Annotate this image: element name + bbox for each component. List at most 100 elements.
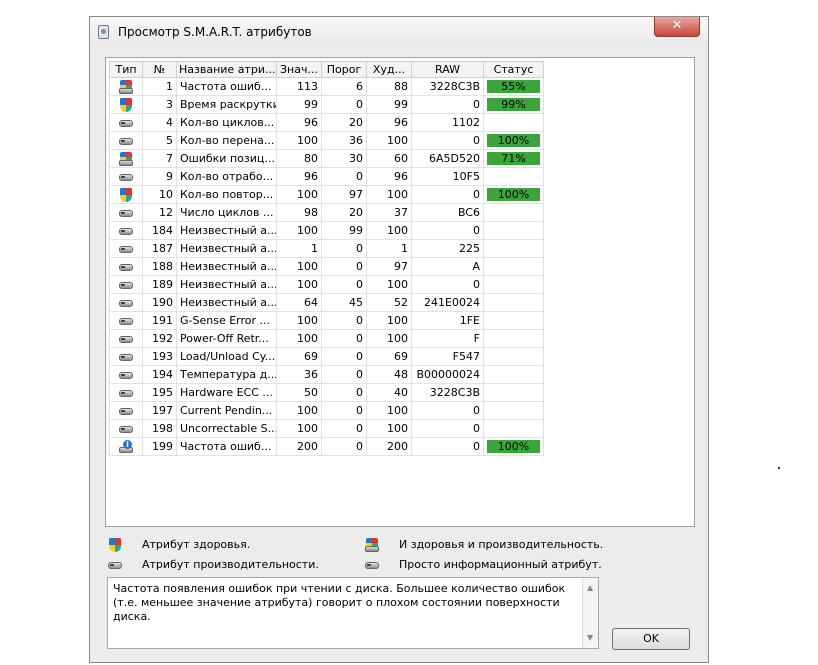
cell-name: Неизвестный а... [176,257,277,276]
description-scrollbar[interactable]: ▲ ▼ [582,578,598,648]
table-row[interactable]: 184 Неизвестный а... 100 99 100 0 [109,221,544,240]
cell-number: 191 [142,311,177,330]
attributes-list-panel: Тип № Название атри... Знач... Порог Худ… [105,57,695,527]
cell-worst: 96 [366,113,412,132]
smart-window: Просмотр S.M.A.R.T. атрибутов ✕ Тип № На… [89,16,709,663]
scroll-up-icon[interactable]: ▲ [587,581,593,595]
legend-info-label: Просто информационный атрибут. [399,558,602,571]
table-row[interactable]: 191 G-Sense Error ... 100 0 100 1FE [109,311,544,330]
table-header: Тип № Название атри... Знач... Порог Худ… [109,61,544,78]
table-row[interactable]: 189 Неизвестный а... 100 0 100 0 [109,275,544,294]
table-row[interactable]: 10 Кол-во повтор... 100 97 100 0 100% [109,185,544,204]
table-row[interactable]: 194 Температура д... 36 0 48 B00000024 [109,365,544,384]
close-button[interactable]: ✕ [654,17,700,37]
cell-number: 199 [142,437,177,456]
cell-number: 12 [142,203,177,222]
cell-status [483,221,544,240]
col-header-status[interactable]: Статус [483,61,544,78]
scroll-down-icon[interactable]: ▼ [587,631,593,645]
col-header-threshold[interactable]: Порог [321,61,367,78]
cell-status [483,167,544,186]
cell-status: 100% [483,185,544,204]
disk-icon [119,278,133,292]
status-bar: 71% [487,152,540,165]
info-disk-icon [365,558,379,572]
col-header-value[interactable]: Знач... [276,61,322,78]
cell-number: 192 [142,329,177,348]
cell-name: Время раскрутки [176,95,277,114]
disk-icon [119,404,133,418]
cell-threshold: 0 [321,257,367,276]
table-row[interactable]: 3 Время раскрутки 99 0 99 0 99% [109,95,544,114]
cell-name: G-Sense Error ... [176,311,277,330]
cell-value: 100 [276,275,322,294]
cell-type [109,113,143,132]
cell-name: Число циклов ... [176,203,277,222]
cell-name: Load/Unload Cy... [176,347,277,366]
cell-threshold: 0 [321,275,367,294]
col-header-raw[interactable]: RAW [411,61,484,78]
table-row[interactable]: 193 Load/Unload Cy... 69 0 69 F547 [109,347,544,366]
cell-worst: 99 [366,95,412,114]
cell-type [109,347,143,366]
cell-worst: 100 [366,419,412,438]
cell-type [109,185,143,204]
cell-status [483,383,544,402]
cell-type [109,401,143,420]
cell-number: 184 [142,221,177,240]
cell-worst: 97 [366,257,412,276]
title-bar[interactable]: Просмотр S.M.A.R.T. атрибутов ✕ [90,17,708,47]
cell-worst: 100 [366,221,412,240]
cell-name: Current Pendin... [176,401,277,420]
table-row[interactable]: 192 Power-Off Retr... 100 0 100 F [109,329,544,348]
description-box[interactable]: Частота появления ошибок при чтении с ди… [107,577,599,649]
description-text: Частота появления ошибок при чтении с ди… [113,582,566,623]
table-row[interactable]: 197 Current Pendin... 100 0 100 0 [109,401,544,420]
cell-type [109,293,143,312]
cell-number: 10 [142,185,177,204]
table-row[interactable]: 4 Кол-во циклов... 96 20 96 1102 [109,113,544,132]
table-row[interactable]: 195 Hardware ECC ... 50 0 40 3228C3B [109,383,544,402]
cell-raw: 0 [411,419,484,438]
table-row[interactable]: 1 Частота ошиб... 113 6 88 3228C3B 55% [109,77,544,96]
cell-value: 69 [276,347,322,366]
table-row[interactable]: 187 Неизвестный а... 1 0 1 225 [109,239,544,258]
cell-raw: 3228C3B [411,77,484,96]
table-row[interactable]: 199Частота ошиб...20002000100% [109,437,544,456]
cell-name: Кол-во повтор... [176,185,277,204]
col-header-type[interactable]: Тип [109,61,143,78]
disk-icon [119,116,133,130]
col-header-number[interactable]: № [142,61,177,78]
cell-worst: 100 [366,131,412,150]
table-row[interactable]: 190 Неизвестный а... 64 45 52 241E0024 [109,293,544,312]
table-row[interactable]: 12 Число циклов ... 98 20 37 BC6 [109,203,544,222]
cell-threshold: 0 [321,383,367,402]
table-row[interactable]: 198 Uncorrectable S... 100 0 100 0 [109,419,544,438]
cell-type [109,383,143,402]
cell-raw: 0 [411,131,484,150]
cell-raw: BC6 [411,203,484,222]
cell-worst: 60 [366,149,412,168]
ok-button[interactable]: OK [612,628,690,650]
col-header-name[interactable]: Название атри... [176,61,277,78]
cell-number: 187 [142,239,177,258]
cell-type [109,437,143,456]
table-row[interactable]: 7 Ошибки позиц... 80 30 60 6A5D520 71% [109,149,544,168]
stray-mark [778,467,780,469]
col-header-worst[interactable]: Худ... [366,61,412,78]
cell-worst: 52 [366,293,412,312]
cell-value: 100 [276,401,322,420]
cell-status [483,293,544,312]
cell-threshold: 0 [321,365,367,384]
cell-number: 189 [142,275,177,294]
cell-name: Ошибки позиц... [176,149,277,168]
legend-health-label: Атрибут здоровья. [142,538,251,551]
cell-value: 100 [276,329,322,348]
disk-icon [119,422,133,436]
table-row[interactable]: 5 Кол-во перена... 100 36 100 0 100% [109,131,544,150]
table-row[interactable]: 9 Кол-во отрабо... 96 0 96 10F5 [109,167,544,186]
cell-threshold: 97 [321,185,367,204]
table-row[interactable]: 188 Неизвестный а... 100 0 97 A [109,257,544,276]
cell-type [109,95,143,114]
disk-icon [119,386,133,400]
